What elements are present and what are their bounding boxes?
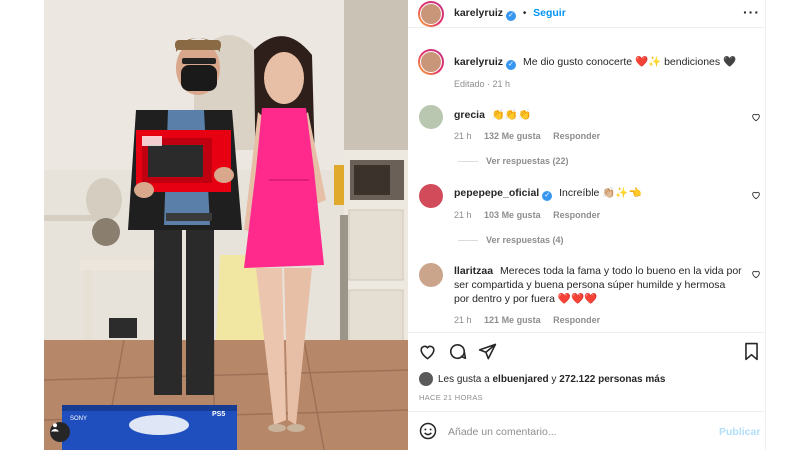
comment: grecia 👏👏👏	[454, 108, 531, 121]
comment-time: 21 h	[454, 315, 472, 325]
box-label-text: PS5	[212, 411, 225, 418]
view-replies-button[interactable]: Ver respuestas (22)	[458, 156, 569, 166]
comment-likes[interactable]: 132 Me gusta	[484, 131, 541, 141]
emoji-icon[interactable]	[419, 422, 437, 440]
author-avatar[interactable]	[418, 1, 444, 27]
likes-count[interactable]: 272.122 personas más	[559, 374, 665, 385]
post-side-panel: karelyruiz ✓ • Seguir ··· karelyruiz ✓ Me …	[408, 0, 766, 450]
view-replies-button[interactable]: Ver respuestas (4)	[458, 235, 564, 245]
likes-summary: Les gusta a elbuenjared y 272.122 person…	[438, 374, 665, 385]
comment-avatar[interactable]	[419, 105, 443, 129]
verified-icon: ✓	[542, 191, 553, 201]
comment-text-line: por dentro y por fuera ❤️❤️❤️	[454, 293, 598, 305]
comment-avatar[interactable]	[419, 263, 443, 287]
comment: llaritzaa Mereces toda la fama y todo lo…	[454, 264, 742, 306]
bookmark-icon[interactable]	[743, 342, 760, 361]
post-dialog: SONY PS5 karelyruiz ✓ • Seguir ··· karel…	[0, 0, 800, 450]
comment-meta: 21 h 121 Me gusta Responder	[454, 315, 600, 325]
likes-prefix: Les gusta a	[438, 374, 490, 385]
comment-text-line: Mereces toda la fama y todo lo bueno en …	[500, 265, 742, 277]
author-name-block: karelyruiz ✓ • Seguir	[454, 7, 566, 21]
caption: karelyruiz ✓ Me dio gusto conocerte ❤️✨ b…	[454, 55, 736, 70]
box-brand-text: SONY	[70, 416, 87, 422]
comment-username[interactable]: llaritzaa	[454, 265, 493, 277]
comment-username[interactable]: grecia	[454, 109, 485, 121]
divider	[408, 332, 766, 333]
publish-button[interactable]: Publicar	[719, 426, 760, 438]
view-replies-label: Ver respuestas (4)	[486, 235, 564, 245]
comment-time: 21 h	[454, 210, 472, 220]
comment-text-line: ser compartida y buena persona súper hum…	[454, 279, 726, 291]
heart-icon[interactable]	[751, 190, 761, 200]
comment-input[interactable]: Añade un comentario...	[448, 426, 557, 438]
view-replies-label: Ver respuestas (22)	[486, 156, 569, 166]
reply-button[interactable]: Responder	[553, 315, 600, 325]
comment-likes[interactable]: 103 Me gusta	[484, 210, 541, 220]
more-icon[interactable]: ···	[743, 4, 760, 20]
photo-illustration: SONY PS5	[44, 0, 408, 450]
comment-text: Increíble 👏🏼✨👈	[559, 187, 642, 199]
comment-avatar[interactable]	[419, 184, 443, 208]
header-separator: •	[522, 8, 527, 19]
comment-meta: 21 h 132 Me gusta Responder	[454, 131, 600, 141]
user-tag-button[interactable]	[50, 422, 70, 442]
comment-username[interactable]: pepepepe_oficial	[454, 187, 539, 199]
user-tag-icon	[51, 423, 59, 432]
liker-avatar[interactable]	[419, 372, 433, 386]
divider	[408, 411, 766, 412]
verified-icon: ✓	[506, 11, 517, 21]
comment: pepepepe_oficial ✓ Increíble 👏🏼✨👈	[454, 186, 642, 201]
post-time: HACE 21 HORAS	[419, 393, 483, 402]
reply-button[interactable]: Responder	[553, 131, 600, 141]
comment-meta: 21 h 103 Me gusta Responder	[454, 210, 600, 220]
author-username[interactable]: karelyruiz	[454, 7, 503, 19]
heart-icon[interactable]	[418, 342, 437, 361]
post-photo[interactable]: SONY PS5	[44, 0, 408, 450]
comment-likes[interactable]: 121 Me gusta	[484, 315, 541, 325]
caption-avatar[interactable]	[418, 49, 444, 75]
share-icon[interactable]	[478, 342, 497, 361]
reply-button[interactable]: Responder	[553, 210, 600, 220]
caption-edited: Editado · 21 h	[454, 79, 511, 89]
heart-icon[interactable]	[751, 112, 761, 122]
post-header: karelyruiz ✓ • Seguir ···	[408, 0, 766, 28]
likes-and: y	[551, 374, 557, 385]
likes-user[interactable]: elbuenjared	[493, 374, 549, 385]
comment-time: 21 h	[454, 131, 472, 141]
caption-username[interactable]: karelyruiz	[454, 56, 503, 68]
comment-icon[interactable]	[448, 342, 467, 361]
caption-text: Me dio gusto conocerte ❤️✨ bendiciones 🖤	[522, 56, 737, 68]
follow-button[interactable]: Seguir	[533, 7, 566, 19]
comment-text: 👏👏👏	[491, 109, 532, 121]
heart-icon[interactable]	[751, 269, 761, 279]
verified-icon: ✓	[506, 60, 517, 70]
